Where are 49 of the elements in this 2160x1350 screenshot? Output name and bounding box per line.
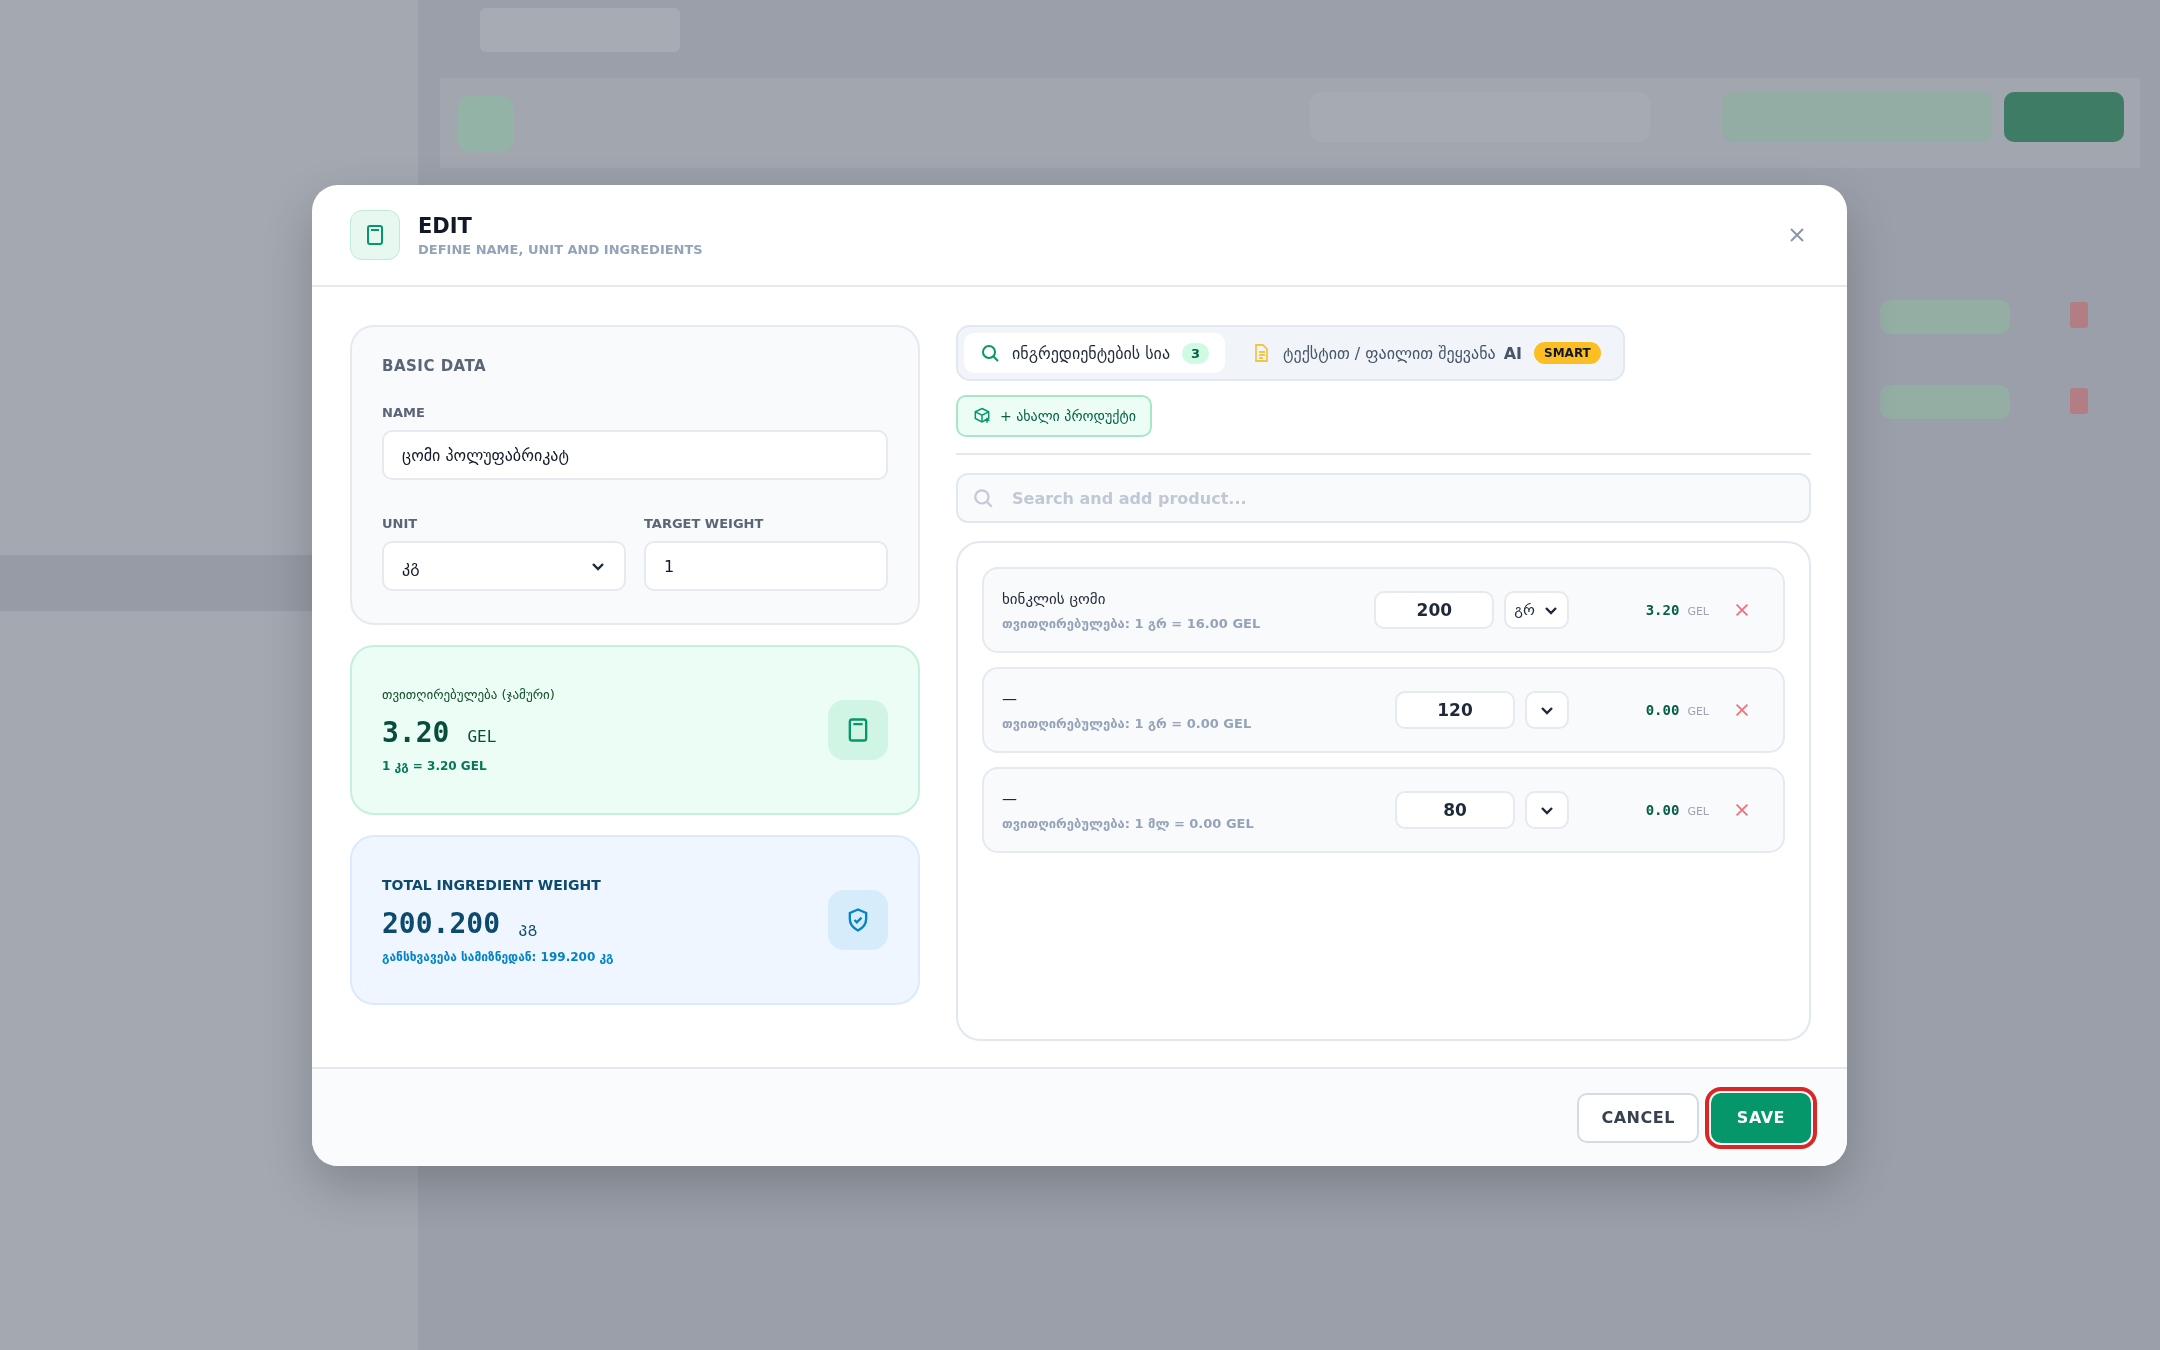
field-label: NAME [382, 405, 426, 420]
quantity-field[interactable]: 80 [1395, 791, 1515, 829]
box-plus-icon [972, 406, 992, 426]
remove-icon[interactable] [1733, 701, 1751, 719]
cost-label: თვითღირებულება (ჯამური) [382, 687, 556, 702]
ingredient-total: 3.20 [1645, 602, 1680, 618]
cost-note: 1 კგ = 3.20 GEL [382, 759, 488, 773]
currency-label: GEL [1687, 705, 1709, 718]
quantity-field[interactable]: 120 [1395, 691, 1515, 729]
unit-select[interactable]: კგ [382, 541, 626, 591]
ingredient-total: 0.00 [1645, 702, 1680, 718]
cost-note: თვითღირებულება: 1 მლ = 0.00 GEL [1002, 815, 1255, 831]
remove-icon[interactable] [1733, 601, 1751, 619]
section-heading: BASIC DATA [382, 357, 488, 375]
ingredient-name: — [1002, 689, 1018, 708]
dialog-subtitle: DEFINE NAME, UNIT AND INGREDIENTS [418, 241, 704, 257]
search-icon [980, 343, 1000, 363]
shield-check-icon [828, 890, 888, 950]
unit-select[interactable]: გრ [1504, 591, 1569, 629]
new-product-button[interactable]: + ახალი პროდუქტი [956, 395, 1152, 437]
target-weight-field[interactable]: 1 [644, 541, 888, 591]
dialog-title: EDIT [418, 213, 473, 238]
calculator-icon [828, 700, 888, 760]
name-field[interactable]: ცომი პოლუფაბრიკატ [382, 430, 888, 480]
currency-label: GEL [1687, 805, 1709, 818]
ingredient-name: — [1002, 789, 1018, 808]
cost-note: თვითღირებულება: 1 გრ = 16.00 GEL [1002, 615, 1262, 631]
weight-note: განსხვავება სამიზნედან: 199.200 კგ [382, 949, 615, 964]
unit-label: კგ [518, 917, 538, 937]
currency-label: GEL [1687, 605, 1709, 618]
calculator-icon [350, 210, 400, 260]
remove-icon[interactable] [1733, 801, 1751, 819]
ingredient-total: 0.00 [1645, 802, 1680, 818]
field-label: UNIT [382, 516, 419, 531]
ingredient-name: ხინკლის ცომი [1002, 589, 1107, 608]
cancel-button[interactable]: CANCEL [1577, 1092, 1699, 1143]
cost-note: თვითღირებულება: 1 გრ = 0.00 GEL [1002, 715, 1253, 731]
tab[interactable]: ტექსტით / ფაილით შეყვანა AI SMART [1235, 333, 1617, 373]
tab[interactable]: ინგრედიენტების სია 3 [964, 333, 1226, 373]
field-label: TARGET WEIGHT [644, 516, 765, 531]
cost-amount: 3.20 [382, 716, 450, 749]
unit-select[interactable] [1525, 691, 1569, 729]
search-field[interactable]: Search and add product... [956, 473, 1811, 523]
weight-label: TOTAL INGREDIENT WEIGHT [382, 876, 602, 893]
unit-select[interactable] [1525, 791, 1569, 829]
quantity-field[interactable]: 200 [1374, 591, 1495, 629]
weight-amount: 200.200 [382, 906, 500, 940]
currency-label: GEL [467, 727, 497, 746]
search-icon [972, 487, 994, 509]
